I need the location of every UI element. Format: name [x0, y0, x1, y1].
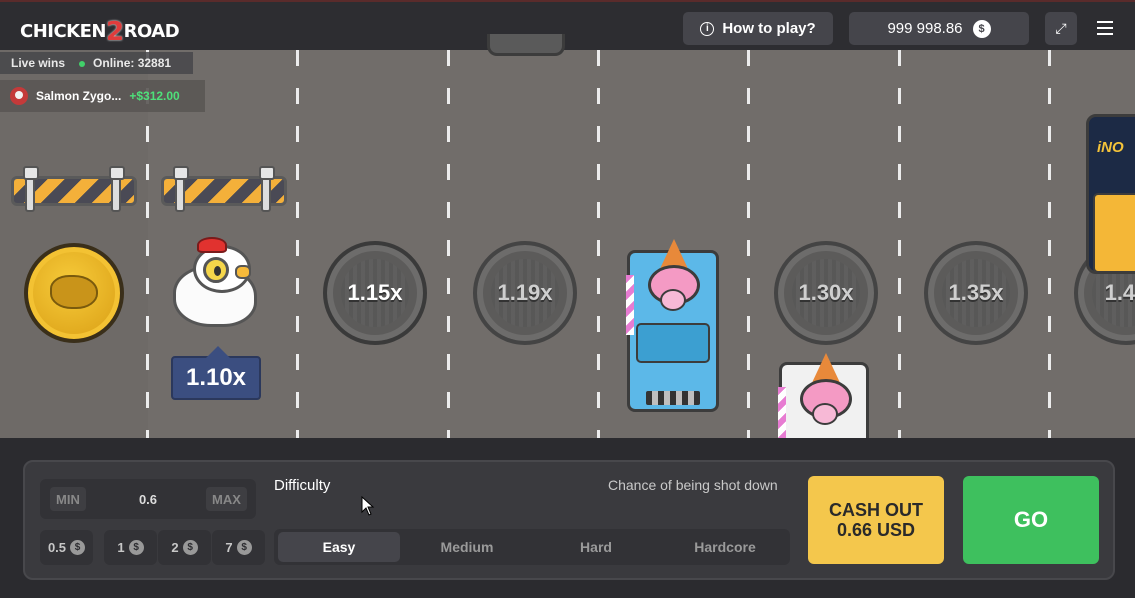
logo: CHICKEN2ROAD [20, 17, 180, 47]
cash-out-button[interactable]: CASH OUT 0.66 USD [808, 476, 944, 564]
cash-out-label: CASH OUT [829, 500, 923, 520]
difficulty-easy[interactable]: Easy [278, 532, 400, 562]
lane-multiplier-5[interactable]: 1.35x [924, 241, 1028, 345]
chance-label: Chance of being shot down [608, 477, 778, 493]
lane-multiplier-1[interactable]: 1.15x [323, 241, 427, 345]
dollar-coin-icon: $ [182, 540, 198, 555]
lane-line [1048, 50, 1051, 438]
how-to-play-label: How to play? [722, 20, 816, 37]
chicken-player-icon [167, 237, 263, 333]
bet-amount-field[interactable]: MIN 0.6 MAX [40, 479, 256, 519]
hamburger-line [1097, 27, 1113, 29]
box-truck: iNO [1086, 114, 1135, 274]
min-bet-button[interactable]: MIN [50, 487, 86, 511]
online-dot-icon [79, 61, 86, 67]
flag-avatar-icon [10, 87, 28, 105]
difficulty-selector: Easy Medium Hard Hardcore [274, 529, 790, 565]
difficulty-label: Difficulty [274, 477, 331, 494]
dollar-coin-icon: $ [236, 540, 252, 555]
lane-line [296, 50, 299, 438]
win-amount: +$312.00 [129, 89, 180, 103]
dollar-coin-icon: $ [972, 19, 991, 38]
game-root: CHICKEN2ROAD i How to play? 999 998.86 $… [0, 0, 1135, 598]
difficulty-hardcore[interactable]: Hardcore [664, 532, 786, 562]
difficulty-medium[interactable]: Medium [406, 532, 528, 562]
max-bet-button[interactable]: MAX [206, 487, 247, 511]
car-top [487, 34, 565, 56]
menu-button[interactable] [1090, 14, 1120, 42]
quick-bet-button[interactable]: 7 $ [212, 530, 265, 565]
player-name: Salmon Zygo... [36, 89, 122, 103]
live-wins-bar: Live wins Online: 32881 [0, 52, 193, 74]
balance-value: 999 998.86 [887, 20, 963, 37]
hamburger-line [1097, 33, 1113, 35]
road-barrier [161, 166, 287, 212]
ice-cream-truck-blue [626, 239, 719, 412]
header: CHICKEN2ROAD i How to play? 999 998.86 $… [0, 0, 1135, 50]
current-multiplier-tag: 1.10x [171, 346, 261, 400]
quick-bet-button[interactable]: 1 $ [104, 530, 157, 565]
online-count: Online: 32881 [79, 56, 171, 70]
live-win-item: Salmon Zygo... +$312.00 [0, 80, 205, 112]
go-button[interactable]: GO [963, 476, 1099, 564]
bet-amount-value[interactable]: 0.6 [120, 487, 176, 511]
fullscreen-icon: ⤢ [1055, 20, 1067, 36]
mouse-cursor-icon [361, 496, 375, 516]
quick-bet-button[interactable]: 0.5 $ [40, 530, 93, 565]
lane-line [898, 50, 901, 438]
lane-line [597, 50, 600, 438]
how-to-play-button[interactable]: i How to play? [683, 12, 833, 45]
cash-out-amount: 0.66 USD [836, 520, 916, 540]
info-icon: i [700, 21, 715, 36]
hamburger-line [1097, 21, 1113, 23]
quick-bet-button[interactable]: 2 $ [158, 530, 211, 565]
difficulty-hard[interactable]: Hard [535, 532, 657, 562]
balance-display: 999 998.86 $ [849, 12, 1029, 45]
road-barrier [11, 166, 137, 212]
lane-multiplier-2[interactable]: 1.19x [473, 241, 577, 345]
lane-multiplier-4[interactable]: 1.30x [774, 241, 878, 345]
lane-line [747, 50, 750, 438]
truck-logo: iNO [1097, 139, 1124, 156]
start-chicken-coin-icon [24, 243, 124, 343]
dollar-coin-icon: $ [70, 540, 86, 555]
lane-line [447, 50, 450, 438]
live-wins-label: Live wins [11, 56, 66, 70]
fullscreen-button[interactable]: ⤢ [1045, 12, 1077, 45]
dollar-coin-icon: $ [128, 540, 144, 555]
